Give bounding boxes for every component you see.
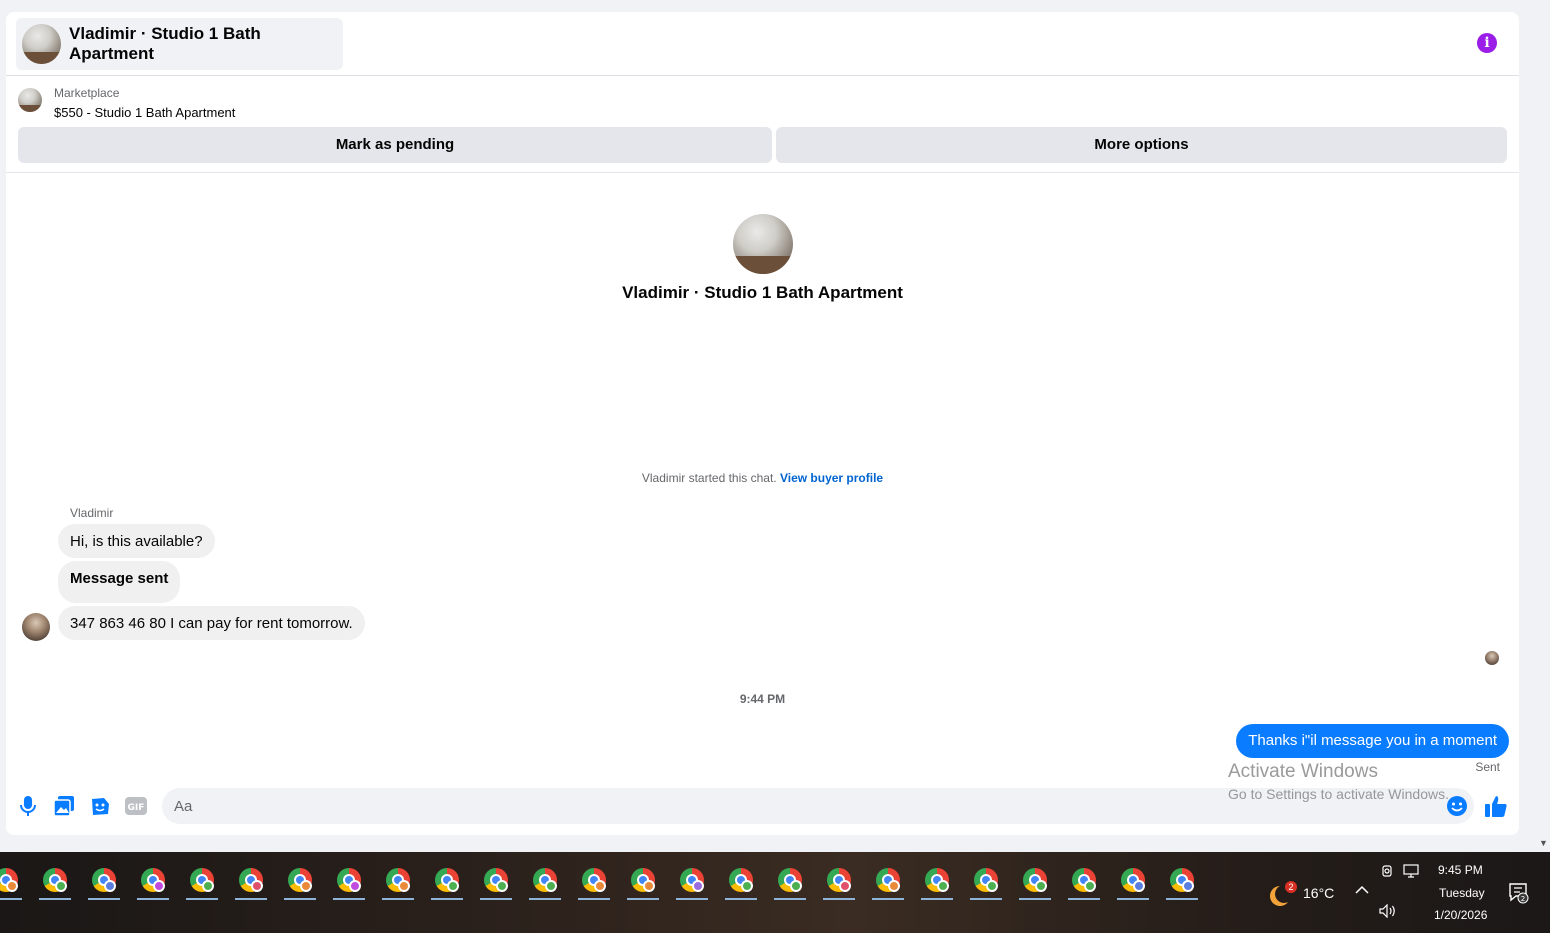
profile-badge-icon <box>888 880 900 892</box>
volume-icon[interactable] <box>1379 903 1397 921</box>
clock-day[interactable]: Tuesday <box>1439 886 1485 900</box>
weather-badge: 2 <box>1285 881 1297 893</box>
profile-badge-icon <box>1133 880 1145 892</box>
profile-badge-icon <box>1084 880 1096 892</box>
profile-badge-icon <box>1035 880 1047 892</box>
chrome-taskbar-icon[interactable] <box>184 860 220 900</box>
sticker-icon[interactable] <box>89 795 111 817</box>
incoming-message[interactable]: 347 863 46 80 I can pay for rent tomorro… <box>58 606 365 640</box>
chrome-taskbar-icon[interactable] <box>527 860 563 900</box>
profile-badge-icon <box>937 880 949 892</box>
profile-badge-icon <box>202 880 214 892</box>
chrome-taskbar-icon[interactable] <box>1115 860 1151 900</box>
sender-name: Vladimir <box>70 506 114 520</box>
chrome-taskbar-icon[interactable] <box>478 860 514 900</box>
microphone-icon[interactable] <box>17 795 39 817</box>
listing-price-title[interactable]: $550 - Studio 1 Bath Apartment <box>54 105 235 120</box>
profile-badge-icon <box>6 880 18 892</box>
outgoing-message[interactable]: Thanks i"il message you in a moment <box>1236 724 1509 758</box>
scroll-down-arrow[interactable]: ▼ <box>1539 838 1548 848</box>
message-timestamp: 9:44 PM <box>739 692 786 706</box>
chrome-taskbar-icon[interactable] <box>380 860 416 900</box>
activate-windows-subtitle: Go to Settings to activate Windows. <box>1228 786 1449 802</box>
chrome-taskbar-icon[interactable] <box>37 860 73 900</box>
emoji-icon[interactable] <box>1446 795 1468 817</box>
profile-badge-icon <box>692 880 704 892</box>
chrome-taskbar-icon[interactable] <box>233 860 269 900</box>
chrome-taskbar-icon[interactable] <box>919 860 955 900</box>
listing-banner: Marketplace $550 - Studio 1 Bath Apartme… <box>6 77 1519 173</box>
chrome-taskbar-icon[interactable] <box>968 860 1004 900</box>
profile-badge-icon <box>545 880 557 892</box>
profile-badge-icon <box>790 880 802 892</box>
listing-thumbnail <box>22 24 62 64</box>
chat-started-notice: Vladimir started this chat. View buyer p… <box>6 471 1519 485</box>
intro-avatar <box>733 214 793 274</box>
notification-count: 2 <box>1521 895 1525 903</box>
view-buyer-profile-link[interactable]: View buyer profile <box>780 471 883 485</box>
profile-badge-icon <box>839 880 851 892</box>
profile-badge-icon <box>398 880 410 892</box>
profile-badge-icon <box>986 880 998 892</box>
chrome-taskbar-icon[interactable] <box>674 860 710 900</box>
conversation-title: Vladimir · Studio 1 Bath Apartment <box>69 24 261 63</box>
profile-badge-icon <box>741 880 753 892</box>
clock-date[interactable]: 1/20/2026 <box>1434 908 1487 922</box>
chevron-up-icon[interactable] <box>1355 882 1371 898</box>
more-options-button[interactable]: More options <box>776 127 1507 163</box>
chrome-taskbar-icon[interactable] <box>870 860 906 900</box>
chrome-taskbar-icon[interactable] <box>772 860 808 900</box>
activate-windows-title: Activate Windows <box>1228 761 1378 782</box>
chrome-taskbar-icon[interactable] <box>625 860 661 900</box>
profile-badge-icon <box>153 880 165 892</box>
chrome-taskbar-icon[interactable] <box>576 860 612 900</box>
incoming-message[interactable]: Hi, is this available? <box>58 524 215 558</box>
profile-badge-icon <box>104 880 116 892</box>
profile-badge-icon <box>643 880 655 892</box>
read-receipt-avatar <box>1485 651 1499 665</box>
listing-source: Marketplace <box>54 86 120 100</box>
chrome-taskbar-icon[interactable] <box>821 860 857 900</box>
info-icon[interactable]: i <box>1477 33 1497 53</box>
chrome-taskbar-icon[interactable] <box>723 860 759 900</box>
profile-badge-icon <box>594 880 606 892</box>
profile-badge-icon <box>55 880 67 892</box>
notification-center-icon[interactable]: 2 <box>1508 882 1530 904</box>
network-icon[interactable] <box>1403 864 1421 881</box>
chrome-taskbar-icon[interactable] <box>331 860 367 900</box>
temperature[interactable]: 16°C <box>1303 885 1334 901</box>
sender-avatar[interactable] <box>22 613 50 641</box>
profile-badge-icon <box>251 880 263 892</box>
clock-time[interactable]: 9:45 PM <box>1438 863 1483 877</box>
chrome-taskbar-icon[interactable] <box>1017 860 1053 900</box>
chrome-taskbar-icon[interactable] <box>0 860 24 900</box>
chrome-taskbar-icon[interactable] <box>1164 860 1200 900</box>
profile-badge-icon <box>300 880 312 892</box>
chrome-taskbar-icon[interactable] <box>135 860 171 900</box>
chrome-taskbar-icon[interactable] <box>282 860 318 900</box>
listing-thumbnail-small[interactable] <box>18 88 42 112</box>
chrome-taskbar-icon[interactable] <box>86 860 122 900</box>
gif-icon[interactable]: GIF <box>125 795 147 817</box>
profile-badge-icon <box>1182 880 1194 892</box>
thumbs-up-icon[interactable] <box>1484 794 1508 818</box>
chrome-taskbar-icon[interactable] <box>1066 860 1102 900</box>
started-text: Vladimir started this chat. <box>641 471 777 485</box>
intro-title: Vladimir · Studio 1 Bath Apartment <box>622 283 903 302</box>
message-status: Sent <box>1475 760 1500 774</box>
chrome-taskbar-icon[interactable] <box>429 860 465 900</box>
taskbar-apps <box>0 860 1200 900</box>
profile-badge-icon <box>349 880 361 892</box>
mark-as-pending-button[interactable]: Mark as pending <box>18 127 772 163</box>
photo-icon[interactable] <box>53 795 75 817</box>
conversation-title-button[interactable]: Vladimir · Studio 1 Bath Apartment <box>16 18 343 70</box>
svg-text:GIF: GIF <box>128 803 145 813</box>
chat-window: Vladimir · Studio 1 Bath Apartment i Mar… <box>6 12 1519 835</box>
incoming-message[interactable]: Message sent <box>58 561 181 603</box>
chat-header: Vladimir · Studio 1 Bath Apartment i <box>6 12 1519 76</box>
profile-badge-icon <box>447 880 459 892</box>
meet-now-icon[interactable] <box>1381 864 1395 881</box>
windows-taskbar: 2 16°C 9:45 PM Tuesday 1/20/2026 2 <box>0 852 1550 933</box>
profile-badge-icon <box>496 880 508 892</box>
